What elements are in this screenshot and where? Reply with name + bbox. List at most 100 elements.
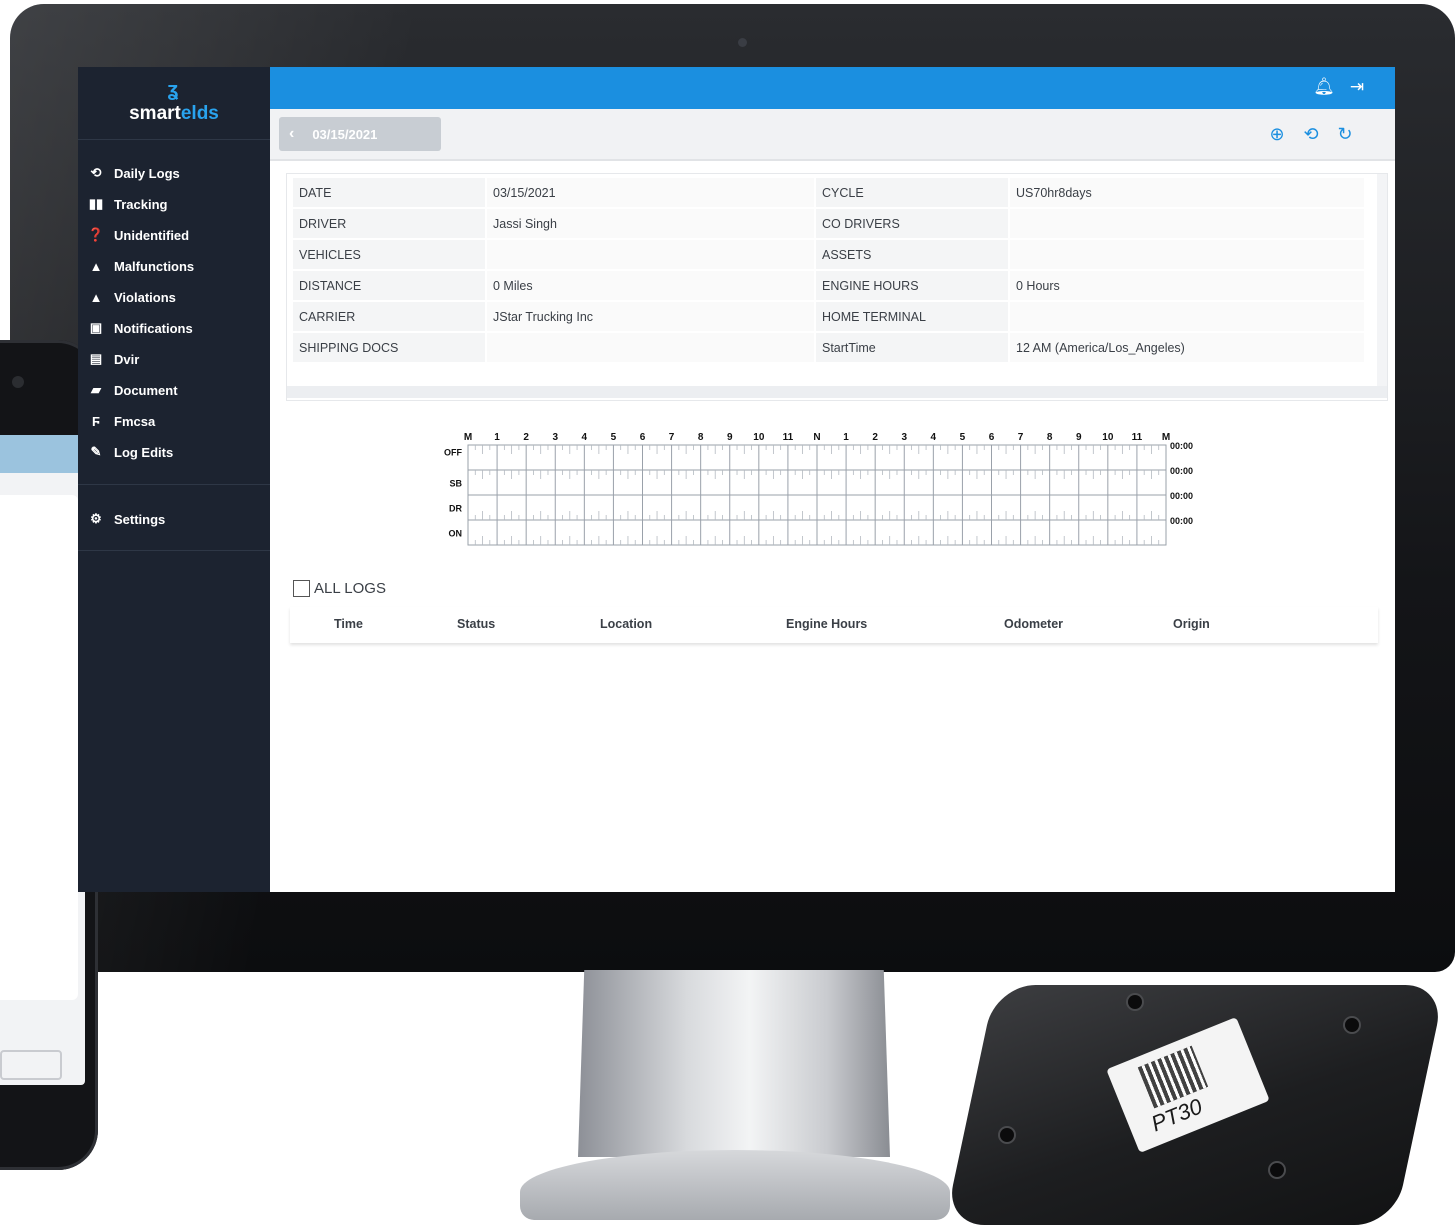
info-value	[1010, 302, 1364, 331]
sidebar-item-document[interactable]: ▰ Document	[88, 379, 178, 401]
sidebar-item-label: Violations	[114, 289, 176, 305]
divider	[78, 550, 270, 551]
chevron-left-icon[interactable]: ‹	[289, 125, 294, 143]
logs-table-header: Time Status Location Engine Hours Odomet…	[290, 607, 1378, 643]
sidebar-item-label: Malfunctions	[114, 258, 195, 274]
document-icon: ▰	[91, 382, 101, 397]
refresh-icon[interactable]: ↻	[1334, 123, 1356, 145]
phone-header-bar	[0, 435, 85, 473]
history-icon[interactable]: ⟲	[1300, 123, 1322, 145]
sidebar-item-violations[interactable]: ▲ Violations	[88, 286, 176, 308]
sidebar-item-fmcsa[interactable]: Ϝ Fmcsa	[88, 410, 155, 432]
column-header-status[interactable]: Status	[457, 617, 495, 631]
graph-hour-label: 9	[727, 432, 733, 443]
logout-icon[interactable]: ⇥	[1346, 76, 1368, 98]
log-info-table: DATE 03/15/2021 CYCLE US70hr8days DRIVER…	[291, 176, 1366, 364]
screw	[1128, 995, 1142, 1009]
sidebar-item-label: Document	[114, 382, 178, 398]
info-label: CO DRIVERS	[816, 209, 1008, 238]
graph-hour-label: M	[1162, 432, 1170, 443]
graph-row-total: 00:00	[1170, 491, 1193, 501]
info-value	[1010, 240, 1364, 269]
brand-prefix: smart	[129, 103, 181, 124]
sidebar: ʓ smartelds ⟲ Daily Logs ▮▮ Tracking ❓ U…	[78, 67, 270, 892]
sidebar-item-unidentified[interactable]: ❓ Unidentified	[88, 224, 189, 246]
sidebar-item-label: Log Edits	[114, 444, 174, 460]
phone-button	[0, 1050, 62, 1080]
sidebar-item-daily-logs[interactable]: ⟲ Daily Logs	[88, 162, 180, 184]
sidebar-item-dvir[interactable]: ▤ Dvir	[88, 348, 139, 370]
monitor-stand-base	[520, 1150, 950, 1220]
bell-icon[interactable]: 🔔︎	[1313, 76, 1335, 98]
tracking-icon: ▮▮	[88, 196, 104, 211]
sidebar-item-notifications[interactable]: ▣ Notifications	[88, 317, 193, 339]
sidebar-item-label: Dvir	[114, 351, 140, 367]
divider	[78, 139, 270, 140]
graph-hour-label: 10	[1102, 432, 1114, 443]
info-label: DATE	[293, 178, 485, 207]
truck-icon: ▤	[89, 351, 103, 366]
column-header-engine-hours[interactable]: Engine Hours	[786, 617, 867, 631]
info-label: SHIPPING DOCS	[293, 333, 485, 362]
info-value: 03/15/2021	[487, 178, 814, 207]
sidebar-item-label: Fmcsa	[114, 413, 156, 429]
graph-hour-label: 5	[960, 432, 966, 443]
selected-date: 03/15/2021	[312, 126, 378, 142]
info-value: Jassi Singh	[487, 209, 814, 238]
vertical-scrollbar[interactable]	[1377, 174, 1387, 386]
info-label: ASSETS	[816, 240, 1008, 269]
info-value	[487, 240, 814, 269]
info-value: US70hr8days	[1010, 178, 1364, 207]
all-logs-toggle[interactable]: ALL LOGS	[293, 580, 386, 597]
gear-icon: ⚙	[90, 511, 102, 526]
graph-hour-label: 1	[843, 432, 849, 443]
date-selector[interactable]: ‹ 03/15/2021	[279, 117, 441, 151]
log-info-panel: DATE 03/15/2021 CYCLE US70hr8days DRIVER…	[286, 173, 1388, 401]
graph-hour-label: 11	[1132, 432, 1143, 443]
file-icon: Ϝ	[92, 413, 100, 429]
info-row: VEHICLES ASSETS	[293, 240, 1364, 269]
brand-name: smartelds	[78, 103, 270, 125]
hos-log-graph: M 1 2 3 4 5 6 7 8 9 10 11 N 1 2 3 4 5 6 7 8 9 10 11 MOFF00:00SB0…	[444, 432, 1193, 546]
graph-row-total: 00:00	[1170, 466, 1193, 476]
sidebar-item-label: Unidentified	[114, 227, 190, 243]
info-label: StartTime	[816, 333, 1008, 362]
graph-row-label: DR	[449, 504, 462, 514]
graph-hour-label: 2	[872, 432, 878, 443]
warning-icon: ▲	[89, 258, 103, 274]
info-label: CYCLE	[816, 178, 1008, 207]
info-value: 0 Hours	[1010, 271, 1364, 300]
sidebar-item-tracking[interactable]: ▮▮ Tracking	[88, 193, 168, 215]
info-row: DISTANCE 0 Miles ENGINE HOURS 0 Hours	[293, 271, 1364, 300]
column-header-time[interactable]: Time	[334, 617, 363, 631]
phone-card	[0, 495, 78, 1000]
column-header-origin[interactable]: Origin	[1173, 617, 1210, 631]
column-header-odometer[interactable]: Odometer	[1004, 617, 1063, 631]
brand-logo-icon: ʓ	[167, 79, 179, 101]
sidebar-item-label: Tracking	[114, 196, 168, 212]
horizontal-scrollbar[interactable]	[287, 386, 1387, 398]
sidebar-item-malfunctions[interactable]: ▲ Malfunctions	[88, 255, 195, 277]
column-header-location[interactable]: Location	[600, 617, 652, 631]
graph-hour-label: 6	[989, 432, 995, 443]
graph-row-total: 00:00	[1170, 516, 1193, 526]
graph-row-total: 00:00	[1170, 441, 1193, 451]
info-value: JStar Trucking Inc	[487, 302, 814, 331]
screw	[1270, 1163, 1284, 1177]
phone-screen	[0, 435, 85, 1085]
warning-icon: ▲	[89, 289, 103, 305]
graph-hour-label: 4	[582, 432, 588, 443]
add-circle-icon[interactable]: ⊕	[1266, 123, 1288, 145]
pencil-icon: ✎	[90, 444, 102, 459]
graph-row-label: ON	[449, 529, 463, 539]
webcam	[738, 38, 747, 47]
sidebar-item-settings[interactable]: ⚙ Settings	[88, 508, 165, 530]
toolbar: ‹ 03/15/2021 ⊕ ⟲ ↻	[270, 109, 1395, 161]
message-icon: ▣	[89, 320, 103, 335]
graph-hour-label: 7	[669, 432, 675, 443]
sidebar-item-log-edits[interactable]: ✎ Log Edits	[88, 441, 174, 463]
all-logs-checkbox[interactable]	[293, 580, 310, 597]
graph-row-label: OFF	[444, 448, 462, 458]
history-icon: ⟲	[90, 165, 102, 180]
info-row: DRIVER Jassi Singh CO DRIVERS	[293, 209, 1364, 238]
